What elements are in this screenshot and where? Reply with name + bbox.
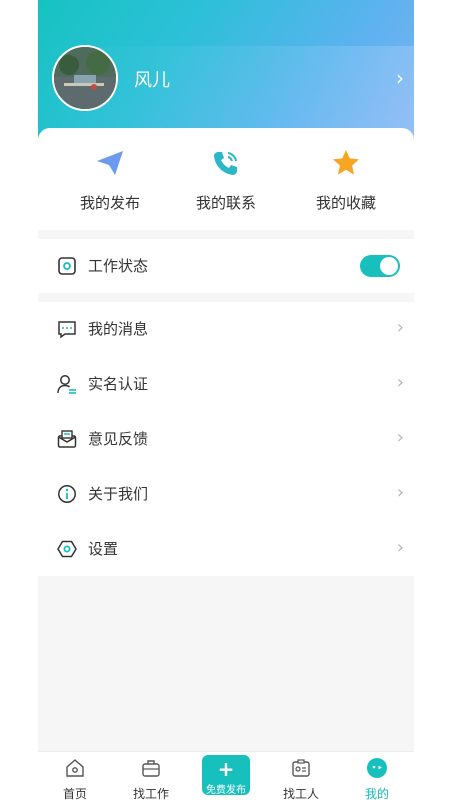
chevron-right-icon[interactable]: › — [396, 68, 404, 88]
star-icon — [286, 146, 406, 180]
menu-item-feedback-label: 意见反馈 — [88, 430, 149, 448]
chevron-right-icon: › — [396, 372, 404, 393]
tab-find-worker-label: 找工人 — [282, 787, 319, 800]
chevron-right-icon: › — [396, 317, 404, 338]
home-icon — [45, 757, 105, 779]
chevron-right-icon: › — [396, 537, 404, 558]
work-status-item: 工作状态 — [38, 239, 414, 293]
profile-header: 风儿 › — [38, 0, 414, 145]
quick-my-favorites[interactable]: 我的收藏 — [286, 146, 406, 213]
chevron-right-icon: › — [396, 427, 404, 448]
tab-find-job-label: 找工作 — [132, 787, 169, 800]
menu-item-settings[interactable]: 设置 › — [38, 522, 414, 576]
menu-item-verification-label: 实名认证 — [88, 375, 149, 393]
app-screen: 风儿 › 我的发布 我的联系 我的收藏 工作状态 我的消息 › 实名认证 › 意… — [38, 0, 414, 800]
tab-home-label: 首页 — [62, 787, 87, 800]
settings-icon — [57, 539, 79, 561]
settings-menu: 我的消息 › 实名认证 › 意见反馈 › 关于我们 › 设置 › — [38, 302, 414, 576]
work-status-row: 工作状态 — [38, 239, 414, 293]
briefcase-icon — [121, 757, 181, 779]
tab-home[interactable]: 首页 — [45, 757, 105, 800]
quick-my-posts[interactable]: 我的发布 — [50, 146, 170, 213]
menu-item-messages-label: 我的消息 — [88, 320, 149, 338]
menu-item-messages[interactable]: 我的消息 › — [38, 302, 414, 356]
quick-my-posts-label: 我的发布 — [79, 194, 140, 212]
work-status-icon — [57, 256, 79, 278]
tab-mine-label: 我的 — [364, 787, 389, 800]
paper-plane-icon — [50, 146, 170, 180]
tab-find-worker[interactable]: 找工人 — [271, 757, 331, 800]
quick-my-contacts[interactable]: 我的联系 — [166, 146, 286, 213]
user-verify-icon — [57, 374, 79, 396]
menu-item-feedback[interactable]: 意见反馈 › — [38, 412, 414, 466]
free-publish-button[interactable]: + 免费发布 — [202, 755, 250, 796]
work-status-label: 工作状态 — [88, 257, 149, 275]
plus-icon: + — [217, 757, 235, 781]
menu-item-about[interactable]: 关于我们 › — [38, 467, 414, 521]
quick-my-contacts-label: 我的联系 — [195, 194, 256, 212]
profile-face-icon — [347, 757, 407, 779]
menu-item-about-label: 关于我们 — [88, 485, 149, 503]
tab-find-job[interactable]: 找工作 — [121, 757, 181, 800]
menu-item-verification[interactable]: 实名认证 › — [38, 357, 414, 411]
info-icon — [57, 484, 79, 506]
quick-my-favorites-label: 我的收藏 — [315, 194, 376, 212]
phone-icon — [166, 146, 286, 180]
quick-actions-card: 我的发布 我的联系 我的收藏 — [38, 128, 414, 230]
chevron-right-icon: › — [396, 482, 404, 503]
id-card-icon — [271, 757, 331, 779]
avatar[interactable] — [52, 45, 118, 111]
message-icon — [57, 319, 79, 341]
username[interactable]: 风儿 — [134, 66, 170, 92]
feedback-icon — [57, 429, 79, 451]
free-publish-label: 免费发布 — [206, 785, 246, 796]
tab-mine[interactable]: 我的 — [347, 757, 407, 800]
toggle-knob — [380, 257, 398, 275]
work-status-toggle[interactable] — [360, 255, 400, 277]
menu-item-settings-label: 设置 — [88, 540, 119, 558]
